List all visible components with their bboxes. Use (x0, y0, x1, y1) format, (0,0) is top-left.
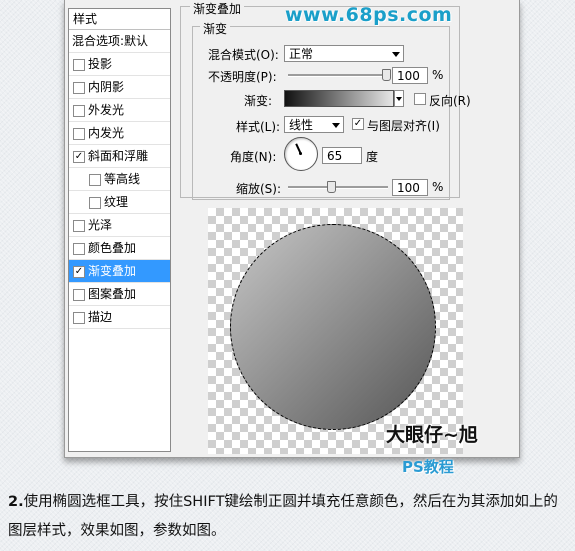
style-item-checkbox[interactable] (73, 59, 85, 71)
opacity-slider-track[interactable] (288, 74, 388, 77)
chevron-down-icon (396, 97, 402, 101)
style-item-label: 渐变叠加 (88, 264, 137, 278)
style-item[interactable]: ✓ 渐变叠加 (69, 260, 170, 283)
style-item-checkbox[interactable]: ✓ (73, 151, 85, 163)
styles-header[interactable]: 样式 (69, 9, 170, 30)
style-item[interactable]: 外发光 (69, 99, 170, 122)
angle-label: 角度(N): (230, 150, 277, 164)
style-item[interactable]: 图案叠加 (69, 283, 170, 306)
styles-list-panel: 样式 混合选项:默认 投影 内阴影 外发光 内发光 ✓ 斜面和浮雕 等高线 纹理 光泽 颜色叠加 ✓… (68, 8, 171, 452)
angle-input[interactable]: 65 (322, 147, 362, 164)
style-item-label: 等高线 (104, 172, 141, 186)
style-item[interactable]: 纹理 (69, 191, 170, 214)
style-item-label: 图案叠加 (88, 287, 137, 301)
style-label: 样式(L): (236, 120, 281, 134)
opacity-slider-thumb[interactable] (382, 69, 391, 81)
style-item[interactable]: ✓ 斜面和浮雕 (69, 145, 170, 168)
style-item[interactable]: 光泽 (69, 214, 170, 237)
tutorial-caption: 2.使用椭圆选框工具，按住SHIFT键绘制正圆并填充任意颜色，然后在为其添加如上… (8, 488, 570, 546)
style-item-checkbox[interactable] (73, 105, 85, 117)
blend-mode-select[interactable]: 正常 (284, 45, 404, 62)
blend-mode-label: 混合模式(O): (208, 48, 279, 62)
style-item-label: 内阴影 (88, 80, 125, 94)
style-item[interactable]: 描边 (69, 306, 170, 329)
blend-options-label: 混合选项:默认 (72, 34, 149, 48)
style-item-checkbox[interactable] (89, 174, 101, 186)
scale-slider-thumb[interactable] (327, 181, 337, 193)
style-item-label: 内发光 (88, 126, 125, 140)
align-with-layer-checkbox[interactable]: ✓ (352, 118, 364, 130)
gradient-picker[interactable] (284, 90, 394, 107)
style-item-checkbox[interactable] (73, 289, 85, 301)
style-item[interactable]: 等高线 (69, 168, 170, 191)
chevron-down-icon (332, 123, 340, 128)
style-select[interactable]: 线性 (284, 116, 344, 133)
gradient-dropdown-button[interactable] (394, 90, 404, 107)
align-with-layer-label: 与图层对齐(I) (367, 119, 440, 133)
angle-dial[interactable] (284, 137, 318, 171)
style-value: 线性 (289, 118, 314, 132)
style-item-label: 描边 (88, 310, 113, 324)
style-item-checkbox[interactable] (73, 312, 85, 324)
style-item-checkbox[interactable] (73, 82, 85, 94)
style-item-label: 投影 (88, 57, 113, 71)
chevron-down-icon (392, 52, 400, 57)
style-item-checkbox[interactable] (89, 197, 101, 209)
author-watermark: 大眼仔~旭 (386, 424, 478, 446)
style-items-list: 投影 内阴影 外发光 内发光 ✓ 斜面和浮雕 等高线 纹理 光泽 颜色叠加 ✓ 渐变叠加 图案叠加 描边 (69, 53, 170, 329)
scale-slider-track[interactable] (288, 186, 388, 189)
opacity-label: 不透明度(P): (208, 70, 277, 84)
tutorial-watermark: PS教程 (402, 458, 454, 476)
style-item[interactable]: 内发光 (69, 122, 170, 145)
style-item[interactable]: 颜色叠加 (69, 237, 170, 260)
style-item-label: 颜色叠加 (88, 241, 137, 255)
gradient-subgroup-title: 渐变 (200, 20, 231, 37)
style-item-label: 外发光 (88, 103, 125, 117)
style-item-label: 纹理 (104, 195, 129, 209)
opacity-unit: % (432, 68, 444, 82)
angle-unit: 度 (366, 150, 379, 164)
blend-options-item[interactable]: 混合选项:默认 (69, 30, 170, 53)
step-number: 2. (8, 494, 24, 510)
style-item-checkbox[interactable]: ✓ (73, 266, 85, 278)
opacity-input[interactable]: 100 (392, 67, 428, 84)
style-item[interactable]: 内阴影 (69, 76, 170, 99)
scale-input[interactable]: 100 (392, 179, 428, 196)
step-text: 使用椭圆选框工具，按住SHIFT键绘制正圆并填充任意颜色，然后在为其添加如上的图… (8, 494, 558, 539)
style-item-label: 斜面和浮雕 (88, 149, 149, 163)
style-item-checkbox[interactable] (73, 128, 85, 140)
blend-mode-value: 正常 (289, 47, 314, 61)
gradient-label: 渐变: (244, 94, 273, 108)
gradient-circle-selection (230, 224, 436, 430)
reverse-checkbox[interactable] (414, 93, 426, 105)
angle-dial-center (299, 152, 302, 155)
gradient-overlay-title: 渐变叠加 (190, 0, 245, 17)
style-item[interactable]: 投影 (69, 53, 170, 76)
style-item-label: 光泽 (88, 218, 113, 232)
scale-unit: % (432, 180, 444, 194)
scale-label: 缩放(S): (236, 182, 282, 196)
style-item-checkbox[interactable] (73, 243, 85, 255)
reverse-label: 反向(R) (429, 94, 471, 108)
style-item-checkbox[interactable] (73, 220, 85, 232)
